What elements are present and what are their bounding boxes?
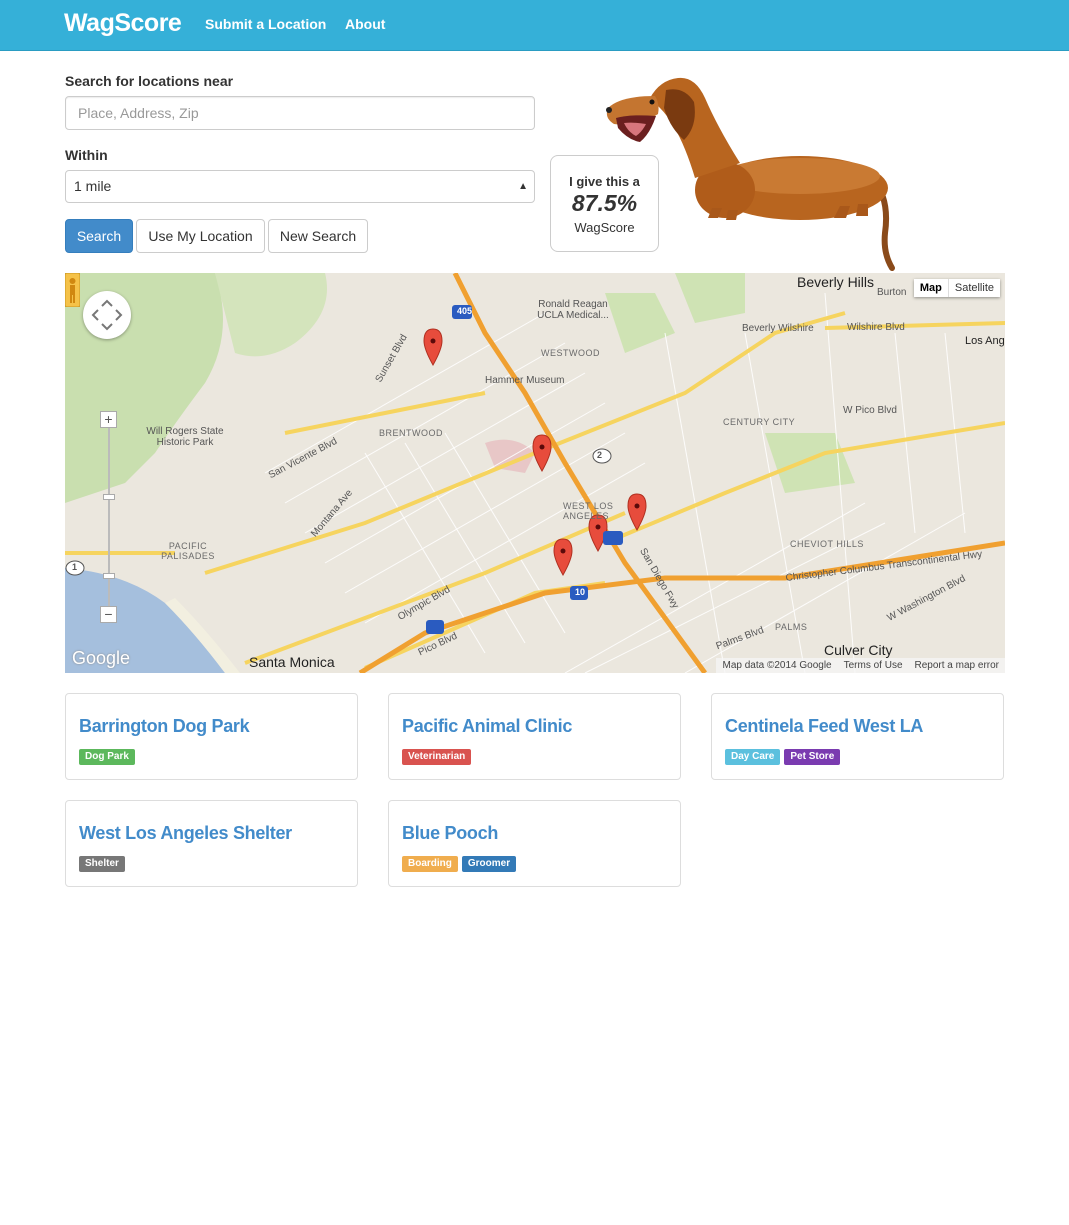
report-map-error-link[interactable]: Report a map error [915, 659, 999, 672]
result-tags: Veterinarian [402, 749, 472, 765]
map-type-satellite[interactable]: Satellite [947, 279, 1000, 297]
label-w-pico-blvd: W Pico Blvd [843, 405, 897, 416]
search-button[interactable]: Search [65, 219, 133, 253]
category-tag: Groomer [461, 856, 517, 872]
map-attribution: Map data ©2014 Google Terms of Use Repor… [716, 658, 1005, 673]
within-select[interactable]: 1 mile ▲ [65, 170, 535, 203]
label-pacific-palisades: PACIFIC PALISADES [161, 541, 215, 561]
label-culver-city: Culver City [824, 642, 893, 658]
new-search-button[interactable]: New Search [268, 219, 368, 253]
label-ronald-reagan: Ronald Reagan UCLA Medical... [537, 299, 609, 321]
zoom-in-button[interactable]: + [100, 411, 117, 428]
label-beverly-hills: Beverly Hills [797, 274, 875, 290]
category-tag: Day Care [725, 749, 781, 765]
navbar: WagScore Submit a Location About [0, 0, 1069, 51]
label-los-ang: Los Ang [965, 335, 1005, 347]
use-my-location-button[interactable]: Use My Location [136, 219, 265, 253]
label-will-rogers: Will Rogers State Historic Park [146, 426, 224, 448]
google-logo[interactable]: Google [72, 648, 130, 669]
label-century-city: CENTURY CITY [723, 417, 796, 427]
category-tag: Shelter [79, 856, 125, 872]
result-card[interactable]: Blue Pooch Boarding Groomer [388, 800, 681, 887]
nav-submit-location[interactable]: Submit a Location [205, 16, 326, 32]
zoom-slider-handle[interactable] [103, 494, 115, 500]
result-card-title[interactable]: Centinela Feed West LA [725, 716, 923, 737]
dachshund-illustration [606, 77, 895, 271]
category-tag: Pet Store [784, 749, 841, 765]
result-card-title[interactable]: West Los Angeles Shelter [79, 823, 292, 844]
category-tag: Boarding [402, 856, 458, 872]
label-west-la: WEST LOS ANGELES [563, 501, 614, 521]
label-hammer-museum: Hammer Museum [485, 375, 565, 386]
shield-1: 1 [72, 562, 78, 572]
result-card[interactable]: West Los Angeles Shelter Shelter [65, 800, 358, 887]
search-input[interactable] [65, 96, 535, 130]
label-brentwood: BRENTWOOD [379, 428, 443, 438]
category-tag: Dog Park [79, 749, 135, 765]
result-card-title[interactable]: Barrington Dog Park [79, 716, 250, 737]
label-cheviot-hills: CHEVIOT HILLS [790, 539, 864, 549]
category-tag: Veterinarian [402, 749, 472, 765]
result-tags: Boarding Groomer [402, 856, 517, 872]
shield-2: 2 [597, 450, 603, 460]
shield-10: 10 [575, 587, 586, 597]
result-tags: Day Care Pet Store [725, 749, 841, 765]
select-arrows-icon: ▲ [518, 181, 528, 192]
map-type-map[interactable]: Map [914, 279, 948, 297]
shield-405: 405 [457, 306, 473, 316]
search-near-label: Search for locations near [65, 73, 234, 89]
zoom-slider-track[interactable] [108, 411, 110, 621]
zoom-out-button[interactable]: − [100, 606, 117, 623]
result-card-title[interactable]: Pacific Animal Clinic [402, 716, 572, 737]
result-card[interactable]: Barrington Dog Park Dog Park [65, 693, 358, 780]
within-select-value: 1 mile [74, 178, 112, 194]
label-wilshire-blvd: Wilshire Blvd [847, 322, 905, 333]
map-pan-control[interactable] [83, 291, 131, 339]
zoom-slider-tick [103, 573, 115, 579]
map-data-credit: Map data ©2014 Google [722, 660, 832, 671]
brand-logo[interactable]: WagScore [64, 9, 182, 38]
label-beverly-wilshire: Beverly Wilshire [742, 323, 814, 334]
result-card[interactable]: Pacific Animal Clinic Veterinarian [388, 693, 681, 780]
label-palms: PALMS [775, 622, 808, 632]
result-tags: Shelter [79, 856, 125, 872]
result-card[interactable]: Centinela Feed West LA Day Care Pet Store [711, 693, 1004, 780]
result-card-title[interactable]: Blue Pooch [402, 823, 498, 844]
label-burton: Burton [877, 287, 907, 298]
within-label: Within [65, 147, 108, 163]
map[interactable]: 405 10 2 1 Beverly Hills Burton Santa Mo… [65, 273, 1005, 673]
map-canvas [65, 273, 1005, 673]
label-santa-monica: Santa Monica [249, 654, 335, 670]
terms-of-use-link[interactable]: Terms of Use [844, 659, 903, 672]
result-tags: Dog Park [79, 749, 135, 765]
pegman-icon[interactable] [65, 273, 80, 307]
nav-about[interactable]: About [345, 16, 385, 32]
map-type-control: Map Satellite [913, 279, 1000, 297]
label-westwood: WESTWOOD [541, 348, 600, 358]
pan-arrows-icon [91, 299, 123, 331]
